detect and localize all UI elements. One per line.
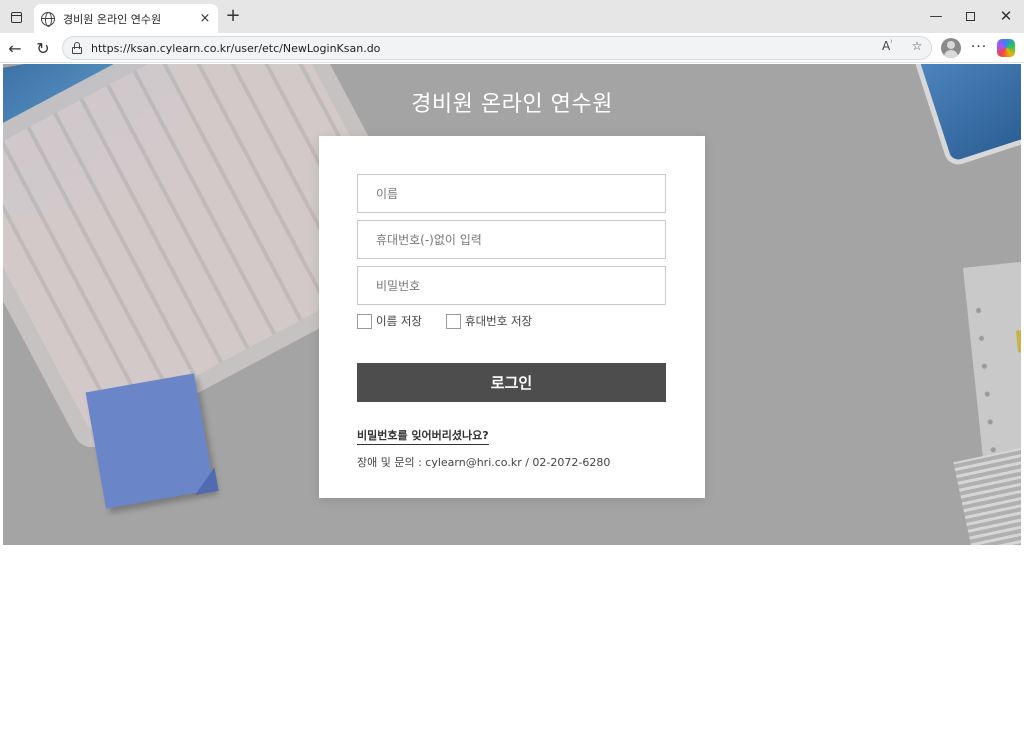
tab-actions-icon[interactable]	[6, 7, 26, 27]
page-title: 경비원 온라인 연수원	[411, 92, 613, 117]
name-input[interactable]	[358, 175, 665, 212]
tab-title: 경비원 온라인 연수원	[63, 12, 162, 26]
decor-sticky-note-image	[85, 373, 215, 509]
copilot-icon[interactable]	[997, 39, 1015, 57]
password-field[interactable]	[357, 266, 666, 305]
save-phone-label[interactable]: 휴대번호 저장	[465, 313, 532, 329]
save-name-option[interactable]: 이름 저장	[357, 313, 422, 329]
phone-field[interactable]	[357, 220, 666, 259]
login-button[interactable]: 로그인	[357, 363, 666, 402]
tab-close-icon[interactable]: ×	[196, 10, 214, 28]
save-name-checkbox[interactable]	[357, 313, 372, 329]
phone-input[interactable]	[358, 221, 665, 258]
remember-options: 이름 저장 휴대번호 저장	[357, 313, 556, 329]
login-card: 이름 저장 휴대번호 저장 로그인 비밀번호를 잊어버리셨나요? 장애 및 문의…	[319, 136, 705, 498]
forgot-password-link[interactable]: 비밀번호를 잊어버리셨나요?	[357, 427, 489, 445]
reload-button[interactable]: ↻	[33, 38, 53, 58]
save-phone-option[interactable]: 휴대번호 저장	[445, 313, 532, 329]
contact-info: 장애 및 문의 : cylearn@hri.co.kr / 02-2072-62…	[357, 456, 611, 469]
minimize-button[interactable]: —	[925, 6, 947, 26]
browser-tab-bar: 경비원 온라인 연수원 × + — ✕	[0, 0, 1024, 33]
decor-spiral-notebook-image	[953, 447, 1021, 545]
save-name-label[interactable]: 이름 저장	[376, 313, 422, 329]
maximize-button[interactable]	[959, 6, 981, 26]
back-button[interactable]: ←	[5, 38, 25, 58]
maximize-icon	[965, 11, 975, 21]
new-tab-button[interactable]: +	[224, 7, 242, 26]
hero-background: 경비원 온라인 연수원 이름 저장 휴대번호 저장 로그인 비밀번호를 잊어버리…	[3, 64, 1021, 545]
save-phone-checkbox[interactable]	[445, 313, 461, 329]
favorite-star-icon[interactable]: ☆	[909, 39, 925, 53]
name-field[interactable]	[357, 174, 666, 213]
url-text[interactable]: https://ksan.cylearn.co.kr/user/etc/NewL…	[91, 42, 380, 55]
browser-tab[interactable]: 경비원 온라인 연수원 ×	[34, 4, 218, 33]
password-input[interactable]	[358, 267, 665, 304]
read-aloud-icon[interactable]: A⁾	[879, 39, 895, 53]
lock-icon[interactable]	[71, 42, 83, 54]
profile-avatar-icon[interactable]	[941, 38, 961, 58]
close-window-button[interactable]: ✕	[995, 6, 1017, 26]
address-bar[interactable]: https://ksan.cylearn.co.kr/user/etc/NewL…	[62, 36, 932, 60]
browser-toolbar: ← ↻ https://ksan.cylearn.co.kr/user/etc/…	[0, 33, 1024, 63]
more-menu-button[interactable]: ···	[969, 38, 989, 58]
globe-icon	[41, 11, 55, 27]
